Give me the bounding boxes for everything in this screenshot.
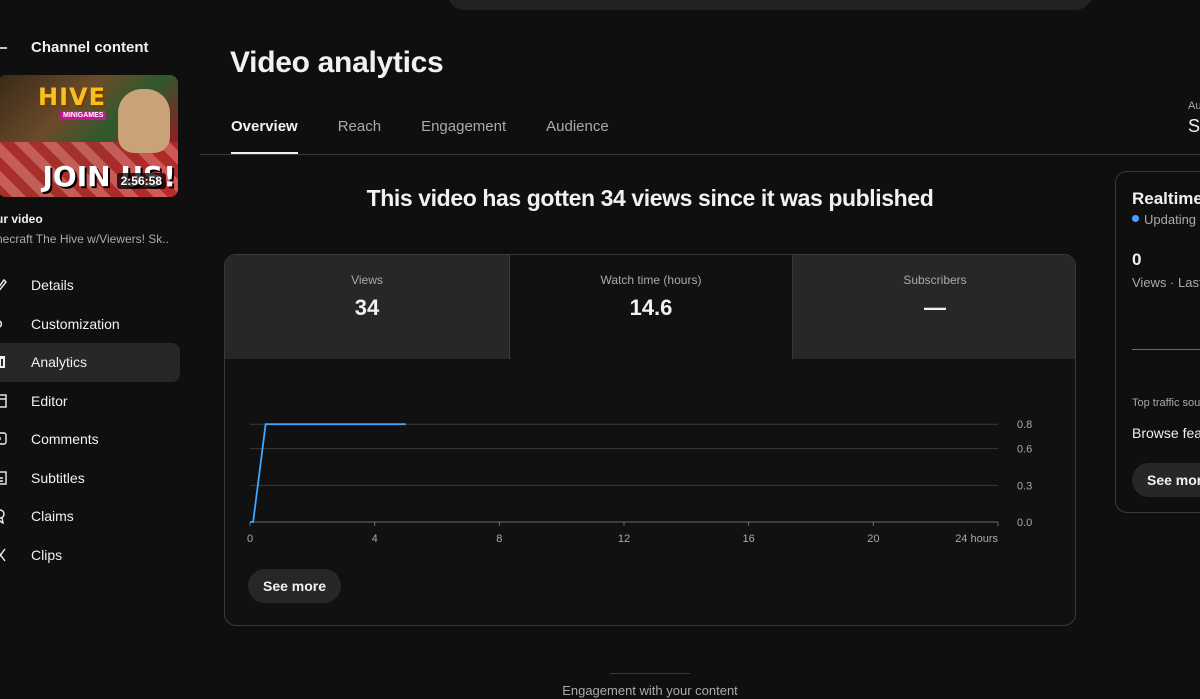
- comments-icon: [0, 429, 8, 449]
- claims-icon: [0, 506, 8, 526]
- clips-icon: [0, 545, 8, 565]
- sidebar-item-comments[interactable]: Comments: [0, 420, 180, 459]
- video-title: necraft The Hive w/Viewers! Sk...: [0, 232, 168, 246]
- overview-card: Views 34 Watch time (hours) 14.6 Subscri…: [224, 254, 1076, 626]
- metric-value: —: [924, 295, 946, 320]
- watch-time-chart: 0.0 0.3 0.6 0.8 0 4 8 12 16 20 24 hours: [247, 419, 1032, 545]
- realtime-value: 0: [1132, 250, 1142, 269]
- thumbnail-logo: HIVE: [38, 83, 106, 111]
- video-duration: 2:56:58: [116, 173, 166, 189]
- sidebar-item-details[interactable]: Details: [0, 266, 180, 305]
- x-tick-label: 4: [372, 533, 378, 545]
- realtime-card: Realtime Updating live 0 Views · Last 48…: [1115, 171, 1200, 513]
- channel-content-title[interactable]: Channel content: [31, 39, 149, 56]
- y-tick-label: 0.6: [1017, 444, 1032, 456]
- series-line: [250, 423, 406, 523]
- metric-tabs: Views 34 Watch time (hours) 14.6 Subscri…: [225, 255, 1075, 359]
- metric-label: Views: [351, 273, 383, 287]
- y-tick-label: 0.0: [1017, 517, 1032, 529]
- video-thumbnail[interactable]: HIVE MINIGAMES JOIN US! 2:56:58: [0, 75, 178, 197]
- page-title: Video analytics: [230, 46, 444, 79]
- back-arrow-icon[interactable]: [0, 36, 8, 60]
- analytics-tabs: Overview Reach Engagement Audience: [231, 118, 649, 154]
- see-more-button[interactable]: See more: [248, 569, 342, 603]
- engagement-section-label: Engagement with your content: [562, 683, 738, 698]
- sidebar-item-label: Claims: [31, 508, 74, 525]
- sidebar-item-label: Analytics: [31, 354, 88, 371]
- sidebar-item-label: Subtitles: [31, 469, 85, 486]
- metric-label: Watch time (hours): [600, 273, 702, 287]
- traffic-sources-label: Top traffic sources: [1132, 397, 1200, 409]
- sidebar-item-analytics[interactable]: Analytics: [0, 343, 180, 382]
- sidebar: Channel content HIVE MINIGAMES JOIN US! …: [0, 0, 200, 699]
- x-tick-label: 20: [867, 533, 879, 545]
- thumbnail-logo-sub: MINIGAMES: [60, 111, 107, 120]
- x-tick-label: 8: [496, 533, 502, 545]
- sidebar-item-label: Customization: [31, 315, 120, 332]
- sidebar-item-customization[interactable]: Customization: [0, 305, 180, 344]
- y-tick-label: 0.8: [1017, 419, 1032, 431]
- subtitles-icon: [0, 468, 8, 488]
- realtime-chart-baseline: [1132, 349, 1200, 350]
- sidebar-item-label: Clips: [31, 546, 63, 563]
- tab-audience[interactable]: Audience: [546, 118, 609, 154]
- pencil-icon: [0, 275, 8, 295]
- realtime-title: Realtime: [1132, 189, 1200, 208]
- realtime-see-more-button[interactable]: See more: [1132, 463, 1200, 497]
- tab-engagement[interactable]: Engagement: [421, 118, 506, 154]
- tab-overview[interactable]: Overview: [231, 118, 298, 154]
- sidebar-item-editor[interactable]: Editor: [0, 382, 180, 421]
- date-range-label: Au: [1188, 100, 1200, 112]
- x-tick-label: 24 hours: [955, 533, 998, 545]
- metric-value: 14.6: [629, 295, 673, 320]
- x-tick-label: 12: [618, 533, 630, 545]
- traffic-source-value: Browse features: [1132, 425, 1200, 441]
- sidebar-item-subtitles[interactable]: Subtitles: [0, 459, 180, 498]
- analytics-icon: [0, 352, 8, 372]
- sidebar-item-label: Comments: [31, 431, 99, 448]
- search-bar[interactable]: [447, 0, 1093, 10]
- metric-watch-time[interactable]: Watch time (hours) 14.6: [509, 255, 793, 359]
- tab-reach[interactable]: Reach: [338, 118, 381, 154]
- live-dot-icon: [1132, 215, 1139, 222]
- thumbnail-character: [118, 89, 170, 153]
- editor-icon: [0, 391, 8, 411]
- realtime-views-label: Views · Last 48 hours: [1132, 275, 1200, 290]
- date-range-value[interactable]: Sh: [1188, 116, 1200, 137]
- sidebar-item-label: Details: [31, 277, 74, 294]
- sidebar-nav: Details Customization Analytics Editor C…: [0, 266, 180, 574]
- metric-subscribers[interactable]: Subscribers —: [793, 255, 1075, 359]
- x-tick-label: 16: [743, 533, 755, 545]
- section-divider: [610, 673, 690, 674]
- sidebar-item-clips[interactable]: Clips: [0, 536, 180, 575]
- sidebar-item-label: Editor: [31, 392, 68, 409]
- tabs-divider: [200, 154, 1200, 155]
- y-tick-label: 0.3: [1017, 480, 1032, 492]
- customization-icon: [0, 314, 8, 334]
- metric-label: Subscribers: [903, 273, 967, 287]
- metric-views[interactable]: Views 34: [225, 255, 509, 359]
- headline: This video has gotten 34 views since it …: [366, 185, 934, 211]
- your-video-label: ur video: [0, 212, 43, 226]
- realtime-status: Updating live: [1144, 212, 1200, 227]
- metric-value: 34: [354, 295, 380, 320]
- x-tick-label: 0: [247, 533, 253, 545]
- sidebar-item-claims[interactable]: Claims: [0, 497, 180, 536]
